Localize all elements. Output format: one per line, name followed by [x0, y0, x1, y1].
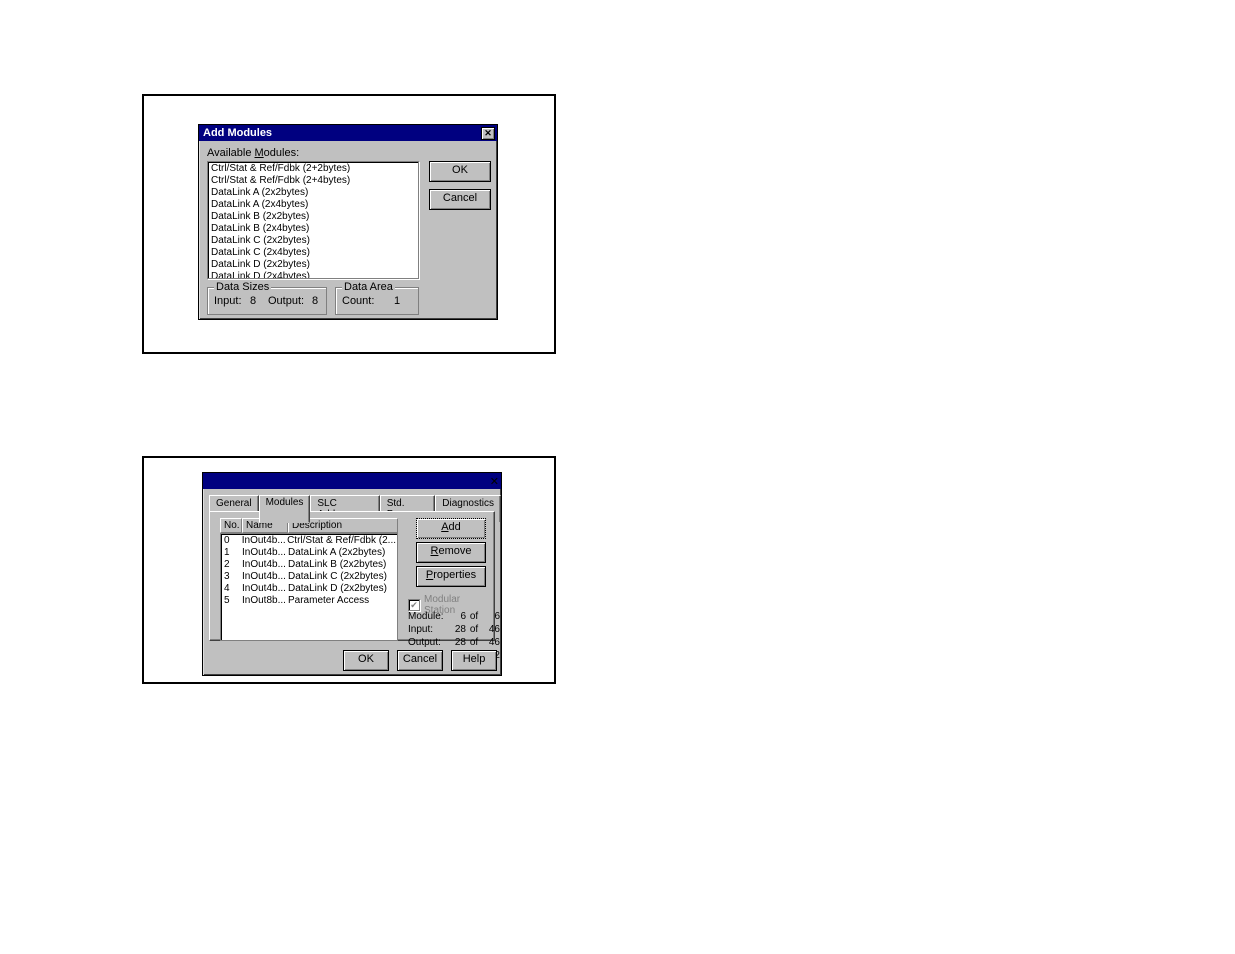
window-title: Add Modules: [203, 127, 272, 139]
list-item[interactable]: DataLink A (2x4bytes): [210, 199, 416, 211]
table-row: 2InOut4b...DataLink B (2x2bytes): [222, 559, 396, 571]
list-item[interactable]: DataLink A (2x2bytes): [210, 187, 416, 199]
available-modules-label: Available Modules:: [207, 147, 299, 159]
titlebar: Add Modules ✕: [199, 125, 497, 141]
list-item[interactable]: Ctrl/Stat & Ref/Fdbk (2+2bytes): [210, 163, 416, 175]
table-row: 4InOut4b...DataLink D (2x2bytes): [222, 583, 396, 595]
list-item[interactable]: DataLink B (2x4bytes): [210, 223, 416, 235]
output-label: Output:: [268, 295, 304, 307]
input-value: 8: [250, 295, 256, 307]
ok-button[interactable]: OK: [429, 161, 491, 182]
group-title: Data Sizes: [214, 281, 271, 293]
ok-button[interactable]: OK: [343, 650, 389, 671]
titlebar: ✕: [203, 473, 501, 489]
cancel-button[interactable]: Cancel: [429, 189, 491, 210]
properties-button[interactable]: Properties: [416, 566, 486, 587]
input-label: Input:: [214, 295, 242, 307]
figure-add-modules: Add Modules ✕ Available Modules: Ctrl/St…: [142, 94, 556, 354]
list-item[interactable]: DataLink B (2x2bytes): [210, 211, 416, 223]
properties-dialog: ✕ General Modules SLC Address Std. Prms …: [202, 472, 502, 676]
table-row: 3InOut4b...DataLink C (2x2bytes): [222, 571, 396, 583]
tab-panel: No. Name Description 0InOut4b...Ctrl/Sta…: [209, 511, 495, 641]
table-row: 5InOut8b...Parameter Access: [222, 595, 396, 607]
close-icon[interactable]: ✕: [490, 475, 499, 488]
cancel-button[interactable]: Cancel: [397, 650, 443, 671]
count-label: Count:: [342, 295, 374, 307]
figure-modules-tab: ✕ General Modules SLC Address Std. Prms …: [142, 456, 556, 684]
list-item[interactable]: DataLink D (2x2bytes): [210, 259, 416, 271]
table-row: 1InOut4b...DataLink A (2x2bytes): [222, 547, 396, 559]
list-item[interactable]: Ctrl/Stat & Ref/Fdbk (2+4bytes): [210, 175, 416, 187]
data-sizes-group: Data Sizes Input: 8 Output: 8: [207, 287, 327, 315]
data-area-group: Data Area Count: 1: [335, 287, 419, 315]
output-value: 8: [312, 295, 318, 307]
tab-modules[interactable]: Modules: [259, 495, 311, 523]
add-modules-dialog: Add Modules ✕ Available Modules: Ctrl/St…: [198, 124, 498, 320]
add-button[interactable]: Add: [416, 518, 486, 539]
count-value: 1: [394, 295, 400, 307]
col-no: No.: [220, 518, 242, 533]
close-icon[interactable]: ✕: [481, 127, 495, 140]
modules-table[interactable]: 0InOut4b...Ctrl/Stat & Ref/Fdbk (2... 1I…: [220, 533, 398, 641]
table-row: 0InOut4b...Ctrl/Stat & Ref/Fdbk (2...: [222, 535, 396, 547]
remove-button[interactable]: Remove: [416, 542, 486, 563]
list-item[interactable]: DataLink D (2x4bytes): [210, 271, 416, 279]
list-item[interactable]: DataLink C (2x2bytes): [210, 235, 416, 247]
help-button[interactable]: Help: [451, 650, 497, 671]
list-item[interactable]: DataLink C (2x4bytes): [210, 247, 416, 259]
group-title: Data Area: [342, 281, 395, 293]
available-modules-listbox[interactable]: Ctrl/Stat & Ref/Fdbk (2+2bytes) Ctrl/Sta…: [207, 161, 419, 279]
